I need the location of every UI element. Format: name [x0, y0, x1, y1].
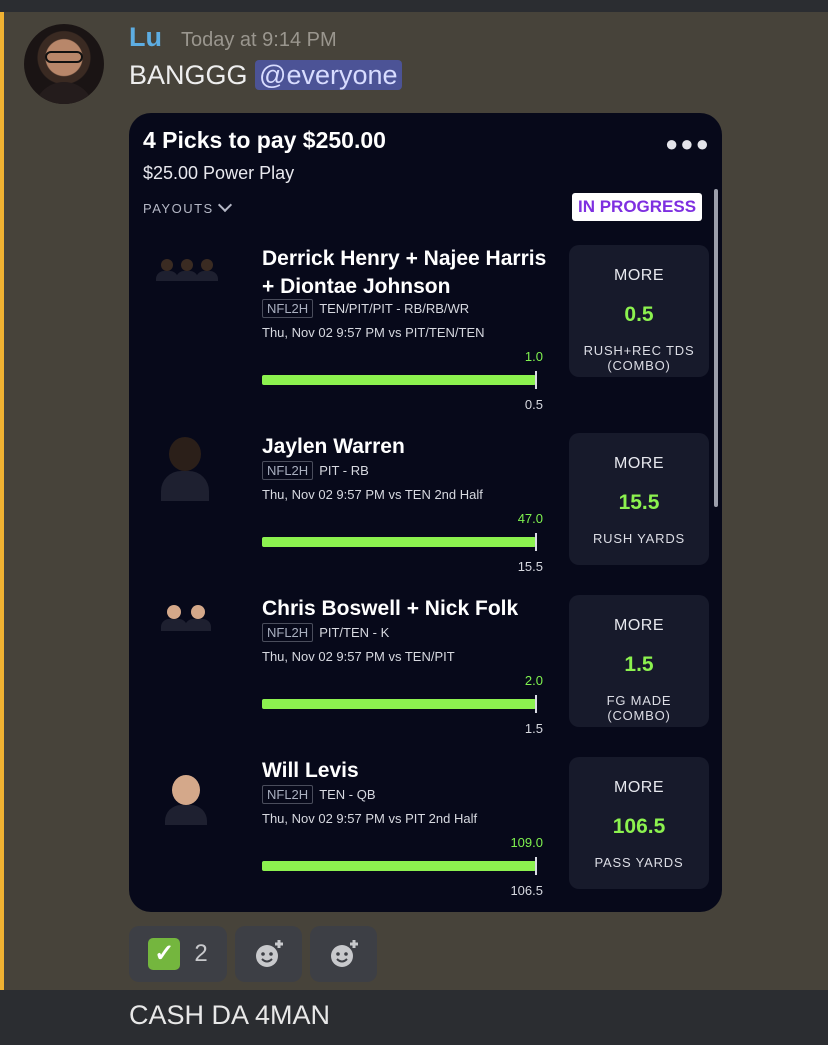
- player-headshots: [153, 599, 225, 661]
- reaction-count: 2: [194, 940, 208, 967]
- progress-bar: [262, 537, 536, 547]
- current-value: 47.0: [517, 511, 543, 526]
- target-marker: [535, 857, 537, 875]
- reaction-check[interactable]: ✓ 2: [129, 926, 227, 982]
- direction-label: MORE: [614, 455, 664, 472]
- next-message-row: [0, 990, 828, 1045]
- game-time: Thu, Nov 02 9:57 PM vs TEN 2nd Half: [262, 487, 483, 502]
- league-badge: NFL2H: [262, 299, 314, 318]
- add-super-reaction-button[interactable]: [235, 926, 302, 982]
- team-position: PIT/TEN - K: [319, 625, 390, 640]
- pick-row: Chris Boswell + Nick Folk NFL2H PIT/TEN …: [129, 595, 722, 745]
- progress-fill: [262, 537, 536, 547]
- target-value: 0.5: [524, 397, 543, 412]
- check-mark-icon: ✓: [148, 938, 181, 970]
- next-message-text: CASH DA 4MAN: [129, 1000, 331, 1030]
- team-position: PIT - RB: [319, 463, 369, 478]
- pick-row: Will Levis NFL2H TEN - QB Thu, Nov 02 9:…: [129, 757, 722, 907]
- mention-indicator: [0, 12, 4, 990]
- reactions-bar: ✓ 2: [129, 926, 377, 982]
- line-box[interactable]: MORE 15.5 RUSH YARDS: [569, 433, 709, 565]
- payouts-toggle[interactable]: PAYOUTS: [143, 197, 232, 216]
- line-box[interactable]: MORE 106.5 PASS YARDS: [569, 757, 709, 889]
- chevron-down-icon: [217, 197, 232, 213]
- player-headshot: [153, 761, 225, 825]
- direction-label: MORE: [614, 779, 664, 796]
- message-body: BANGGG: [129, 60, 248, 90]
- progress-fill: [262, 375, 536, 385]
- target-value: 15.5: [517, 559, 543, 574]
- stat-type: RUSH YARDS: [592, 531, 686, 546]
- league-badge: NFL2H: [262, 785, 314, 804]
- avatar[interactable]: [24, 24, 104, 104]
- line-box[interactable]: MORE 0.5 RUSH+REC TDS (COMBO): [569, 245, 709, 377]
- team-position: TEN/PIT/PIT - RB/RB/WR: [319, 301, 470, 316]
- direction-label: MORE: [614, 617, 664, 634]
- card-subtitle: $25.00 Power Play: [143, 163, 295, 183]
- pick-meta: NFL2H PIT/TEN - K: [262, 623, 389, 642]
- current-value: 1.0: [524, 349, 543, 364]
- game-time: Thu, Nov 02 9:57 PM vs PIT/TEN/TEN: [262, 325, 485, 340]
- current-value: 2.0: [524, 673, 543, 688]
- target-value: 1.5: [524, 721, 543, 736]
- direction-label: MORE: [614, 267, 664, 284]
- target-marker: [535, 695, 537, 713]
- username[interactable]: Lu: [129, 22, 162, 53]
- line-value: 106.5: [612, 815, 666, 838]
- progress-fill: [262, 699, 536, 709]
- player-name: Derrick Henry + Najee Harris + Diontae J…: [262, 247, 547, 298]
- progress-bar: [262, 861, 536, 871]
- current-value: 109.0: [510, 835, 543, 850]
- add-reaction-icon: [330, 940, 358, 967]
- top-bar: [0, 0, 828, 12]
- target-value: 106.5: [510, 883, 543, 898]
- line-value: 0.5: [624, 303, 654, 326]
- line-value: 15.5: [618, 491, 660, 514]
- stat-type: PASS YARDS: [594, 855, 684, 870]
- progress-bar: [262, 699, 536, 709]
- player-name: Jaylen Warren: [262, 435, 405, 458]
- line-value: 1.5: [624, 653, 654, 676]
- line-box[interactable]: MORE 1.5 FG MADE (COMBO): [569, 595, 709, 727]
- league-badge: NFL2H: [262, 623, 314, 642]
- pick-meta: NFL2H TEN - QB: [262, 785, 376, 804]
- card-title: 4 Picks to pay $250.00: [143, 127, 386, 153]
- glasses-shape: [45, 51, 83, 63]
- team-position: TEN - QB: [319, 787, 376, 802]
- pick-meta: NFL2H TEN/PIT/PIT - RB/RB/WR: [262, 299, 469, 318]
- target-marker: [535, 533, 537, 551]
- payouts-label: PAYOUTS: [143, 201, 214, 216]
- ellipsis-icon[interactable]: ●●●: [665, 131, 711, 157]
- progress-fill: [262, 861, 536, 871]
- mention-everyone[interactable]: @everyone: [255, 60, 402, 90]
- stat-type: FG MADE (COMBO): [606, 693, 672, 723]
- game-time: Thu, Nov 02 9:57 PM vs PIT 2nd Half: [262, 811, 478, 826]
- player-name: Will Levis: [262, 759, 359, 782]
- pick-row: Derrick Henry + Najee Harris + Diontae J…: [129, 245, 722, 412]
- shirt-shape: [34, 82, 94, 104]
- timestamp: Today at 9:14 PM: [181, 29, 337, 51]
- player-name: Chris Boswell + Nick Folk: [262, 597, 519, 620]
- league-badge: NFL2H: [262, 461, 314, 480]
- game-time: Thu, Nov 02 9:57 PM vs TEN/PIT: [262, 649, 455, 664]
- bet-slip-card[interactable]: 4 Picks to pay $250.00 $25.00 Power Play…: [129, 113, 722, 912]
- stat-type: RUSH+REC TDS (COMBO): [583, 343, 695, 373]
- player-headshot: [153, 437, 225, 501]
- add-reaction-button[interactable]: [310, 926, 377, 982]
- message-text: BANGGG @everyone: [129, 60, 402, 91]
- add-reaction-icon: [255, 940, 283, 967]
- pick-row: Jaylen Warren NFL2H PIT - RB Thu, Nov 02…: [129, 433, 722, 583]
- pick-meta: NFL2H PIT - RB: [262, 461, 369, 480]
- status-badge: IN PROGRESS: [572, 193, 703, 221]
- progress-bar: [262, 375, 536, 385]
- target-marker: [535, 371, 537, 389]
- player-headshots: [153, 249, 225, 311]
